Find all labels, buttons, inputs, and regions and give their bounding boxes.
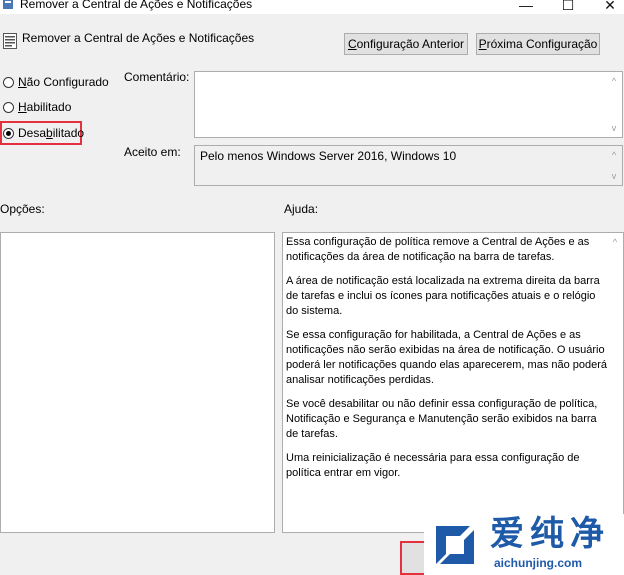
previous-setting-mnemonic: C bbox=[347, 37, 357, 51]
watermark-chinese-text: 爱纯净 bbox=[490, 515, 610, 553]
radio-disabled-label: Desabilitado bbox=[18, 126, 84, 140]
help-paragraph: Se você desabilitar ou não definir essa … bbox=[286, 398, 598, 440]
radio-enabled-circle[interactable] bbox=[3, 101, 14, 113]
options-pane bbox=[0, 232, 275, 533]
comment-label: Comentário: bbox=[124, 70, 190, 84]
help-label: Ajuda: bbox=[284, 202, 319, 216]
radio-disabled[interactable]: Desabilitado bbox=[3, 125, 84, 141]
next-setting-button[interactable]: Próxima Configuração bbox=[476, 33, 600, 55]
radio-not-configured-text: ão Configurado bbox=[26, 75, 109, 89]
scroll-up-arrow-icon[interactable]: ^ bbox=[606, 74, 622, 88]
setting-title: Remover a Central de Ações e Notificaçõe… bbox=[22, 31, 255, 45]
radio-not-configured-circle[interactable] bbox=[3, 76, 14, 88]
radio-not-configured-label: Não Configurado bbox=[18, 75, 109, 89]
supported-on-scrollbar[interactable]: ^ v bbox=[606, 146, 622, 185]
radio-disabled-text: ilitado bbox=[52, 126, 85, 140]
help-paragraph: Essa configuração de política remove a C… bbox=[286, 236, 590, 263]
policy-setting-icon bbox=[3, 33, 17, 49]
scroll-up-arrow-icon[interactable]: ^ bbox=[606, 148, 622, 162]
help-text: Essa configuração de política remove a C… bbox=[286, 235, 608, 490]
radio-not-configured-mnemonic: N bbox=[18, 75, 27, 89]
close-button[interactable]: ✕ bbox=[595, 0, 624, 14]
radio-disabled-circle[interactable] bbox=[3, 127, 14, 139]
scroll-down-arrow-icon[interactable]: v bbox=[606, 169, 622, 183]
radio-disabled-mnemonic: b bbox=[46, 126, 53, 140]
help-paragraph: A área de notificação está localizada na… bbox=[286, 275, 600, 317]
radio-enabled-mnemonic: H bbox=[18, 100, 27, 114]
radio-disabled-prefix: Desa bbox=[18, 126, 47, 140]
radio-enabled-text: abilitado bbox=[26, 100, 72, 114]
comment-field[interactable]: ^ v bbox=[194, 71, 623, 138]
supported-on-field: Pelo menos Windows Server 2016, Windows … bbox=[194, 145, 623, 186]
radio-enabled-label: Habilitado bbox=[18, 100, 71, 114]
watermark-logo-icon bbox=[436, 526, 474, 564]
comment-value bbox=[195, 72, 622, 78]
previous-setting-label: onfiguração Anterior bbox=[356, 37, 465, 51]
next-setting-label: róxima Configuração bbox=[486, 37, 598, 51]
previous-setting-button[interactable]: Configuração Anterior bbox=[344, 33, 468, 55]
next-setting-mnemonic: P bbox=[478, 37, 487, 51]
options-label: Opções: bbox=[0, 202, 45, 216]
help-scrollbar[interactable]: ^ bbox=[607, 233, 623, 532]
supported-on-label: Aceito em: bbox=[124, 145, 181, 159]
watermark-url: aichunjing.com bbox=[494, 556, 583, 570]
window-title: Remover a Central de Ações e Notificaçõe… bbox=[20, 0, 253, 11]
supported-on-value: Pelo menos Windows Server 2016, Windows … bbox=[200, 149, 457, 163]
scroll-down-arrow-icon[interactable]: v bbox=[606, 121, 622, 135]
scroll-up-arrow-icon[interactable]: ^ bbox=[607, 235, 623, 249]
minimize-button[interactable]: — bbox=[511, 0, 541, 14]
help-paragraph: Se essa configuração for habilitada, a C… bbox=[286, 329, 608, 386]
policy-app-icon bbox=[3, 0, 13, 9]
maximize-button[interactable]: ☐ bbox=[553, 0, 583, 14]
radio-enabled[interactable]: Habilitado bbox=[3, 99, 71, 115]
radio-not-configured[interactable]: Não Configurado bbox=[3, 74, 109, 90]
comment-scrollbar[interactable]: ^ v bbox=[606, 72, 622, 137]
help-paragraph: Uma reinicialização é necessária para es… bbox=[286, 452, 580, 479]
